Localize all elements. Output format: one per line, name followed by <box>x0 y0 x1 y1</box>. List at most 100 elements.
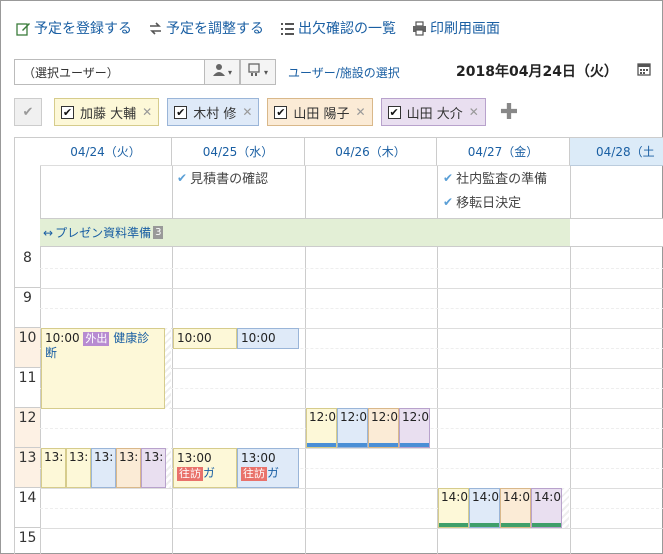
event-time: 13: <box>119 450 139 464</box>
schedule-event[interactable]: 12:00 <box>306 408 337 448</box>
hour-label: 12 <box>15 408 40 448</box>
chevron-down-icon: ▾ <box>263 67 268 77</box>
user-select-input[interactable]: （選択ユーザー） <box>14 59 204 85</box>
schedule-event[interactable]: 13: <box>141 448 166 488</box>
event-time: 14:00 <box>503 490 530 504</box>
multi-day-event-label: プレゼン資料準備 <box>55 226 152 240</box>
event-time: 13: <box>144 450 164 464</box>
user-chip-bar: ✔ ✔ 加藤 大輔 ✕ ✔ 木村 修 ✕ ✔ 山田 陽子 ✕ ✔ 山田 大介 ✕ ✚ <box>14 97 518 127</box>
list-icon <box>280 21 295 36</box>
grid-corner <box>15 138 40 218</box>
schedule-event[interactable]: 10:00 <box>237 328 299 349</box>
adjust-schedule-label: 予定を調整する <box>166 21 264 37</box>
user-picker-button[interactable]: ▾ <box>204 59 240 85</box>
check-icon: ✔ <box>177 170 188 185</box>
swap-arrows-icon <box>148 21 163 36</box>
register-schedule-link[interactable]: 予定を登録する <box>16 18 132 38</box>
event-time: 14:00 <box>534 490 561 504</box>
check-icon: ✔ <box>443 194 454 209</box>
checkbox[interactable]: ✔ <box>274 105 288 119</box>
user-chip-label: 山田 大介 <box>406 106 463 122</box>
day-header[interactable]: 04/25（水） <box>172 138 305 166</box>
attendance-list-link[interactable]: 出欠確認の一覧 <box>280 18 396 38</box>
remove-icon[interactable]: ✕ <box>356 105 366 119</box>
hour-line <box>40 488 663 489</box>
hour-line <box>40 288 663 289</box>
facility-icon <box>248 63 262 81</box>
facility-picker-button[interactable]: ▾ <box>240 59 276 85</box>
user-chip[interactable]: ✔ 木村 修 ✕ <box>167 98 260 126</box>
double-arrow-icon: ↔ <box>43 225 54 240</box>
check-icon: ✔ <box>22 104 34 120</box>
half-hour-line <box>40 308 663 309</box>
toggle-all-button[interactable]: ✔ <box>14 98 42 126</box>
event-time: 13: <box>44 450 64 464</box>
hour-label: 11 <box>15 368 40 408</box>
remove-icon[interactable]: ✕ <box>242 105 252 119</box>
calendar-icon[interactable] <box>637 62 651 76</box>
current-date: 2018年04月24日（火） <box>456 64 618 80</box>
day-header[interactable]: 04/27（金） <box>437 138 570 166</box>
event-time: 14:00 <box>441 490 468 504</box>
allday-task[interactable]: ✔ 移転日決定 <box>443 192 521 212</box>
schedule-event[interactable]: 13: <box>66 448 91 488</box>
checkbox[interactable]: ✔ <box>387 105 401 119</box>
allday-task-label: 社内監査の準備 <box>456 172 548 187</box>
hour-label: 14 <box>15 488 40 528</box>
user-chip[interactable]: ✔ 加藤 大輔 ✕ <box>54 98 160 126</box>
schedule-event[interactable]: 14:00 <box>531 488 562 528</box>
day-header[interactable]: 04/24（火） <box>40 138 172 166</box>
overlap-hatch <box>166 448 171 488</box>
checkbox[interactable]: ✔ <box>61 105 74 119</box>
person-icon <box>212 63 226 81</box>
remove-icon[interactable]: ✕ <box>142 105 152 119</box>
day-header[interactable]: 04/28（土 <box>570 138 663 166</box>
event-time: 13:00 <box>241 451 276 465</box>
schedule-event[interactable]: 13: <box>116 448 141 488</box>
schedule-event[interactable]: 10:00 外出 健康診断 <box>41 328 165 409</box>
chevron-down-icon: ▾ <box>227 67 232 77</box>
schedule-event[interactable]: 13:00 往訪ガ <box>173 448 237 488</box>
event-time: 12:00 <box>309 410 336 424</box>
add-user-button[interactable]: ✚ <box>500 100 518 125</box>
schedule-event[interactable]: 13: <box>91 448 116 488</box>
attendee-count-badge: 3 <box>153 226 164 239</box>
event-time: 14:00 <box>472 490 499 504</box>
schedule-event[interactable]: 10:00 <box>173 328 237 349</box>
day-header[interactable]: 04/26（木） <box>305 138 437 166</box>
week-calendar-grid: 04/24（火） 04/25（水） 04/26（木） 04/27（金） 04/2… <box>14 137 663 554</box>
remove-icon[interactable]: ✕ <box>469 105 479 119</box>
print-view-link[interactable]: 印刷用画面 <box>412 18 500 38</box>
schedule-event[interactable]: 12:00 <box>399 408 430 448</box>
schedule-event[interactable]: 14:00 <box>500 488 531 528</box>
allday-task[interactable]: ✔ 社内監査の準備 <box>443 168 548 188</box>
event-time: 10:00 <box>241 331 276 345</box>
user-chip[interactable]: ✔ 山田 陽子 ✕ <box>267 98 373 126</box>
event-title: ガ <box>267 466 280 480</box>
schedule-event[interactable]: 13: <box>41 448 66 488</box>
checkbox[interactable]: ✔ <box>174 105 188 119</box>
schedule-event[interactable]: 14:00 <box>469 488 500 528</box>
half-hour-line <box>40 508 663 509</box>
event-time: 10:00 <box>177 331 212 345</box>
hour-line <box>40 528 663 529</box>
user-facility-select-link[interactable]: ユーザー/施設の選択 <box>288 64 400 81</box>
multi-day-event[interactable]: ↔ プレゼン資料準備 3 <box>43 224 164 241</box>
overlap-hatch <box>165 328 171 409</box>
adjust-schedule-link[interactable]: 予定を調整する <box>148 18 264 38</box>
schedule-event[interactable]: 12:00 <box>337 408 368 448</box>
event-time: 13:00 <box>177 451 212 465</box>
user-chip[interactable]: ✔ 山田 大介 ✕ <box>380 98 486 126</box>
allday-task[interactable]: ✔ 見積書の確認 <box>177 168 268 188</box>
hour-label: 15 <box>15 528 40 554</box>
schedule-event[interactable]: 14:00 <box>438 488 469 528</box>
user-chip-label: 山田 陽子 <box>293 106 350 122</box>
hour-label: 13 <box>15 448 40 488</box>
check-icon: ✔ <box>443 170 454 185</box>
schedule-event[interactable]: 13:00 往訪ガ <box>237 448 299 488</box>
printer-icon <box>412 20 427 36</box>
event-category-tag: 外出 <box>83 332 110 346</box>
event-title: ガ <box>203 466 216 480</box>
user-chip-label: 加藤 大輔 <box>80 106 137 122</box>
schedule-event[interactable]: 12:00 <box>368 408 399 448</box>
